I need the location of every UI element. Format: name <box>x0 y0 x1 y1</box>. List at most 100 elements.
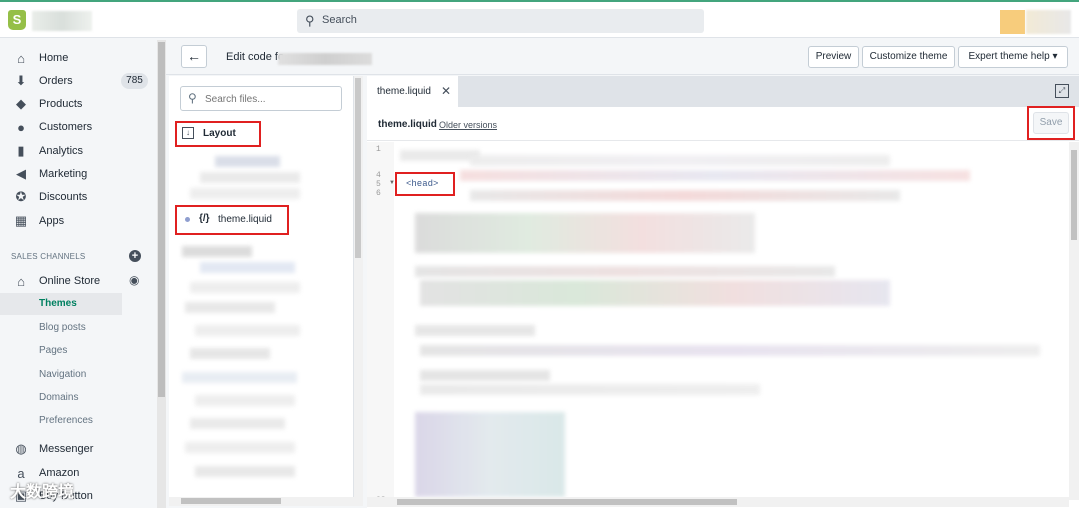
blurred-file[interactable] <box>195 325 300 336</box>
head-tag-code[interactable]: <head> <box>406 179 438 189</box>
sidebar-item-products[interactable]: ◆ Products <box>13 94 82 114</box>
sidebar-item-label: Products <box>39 98 83 110</box>
blurred-code-line[interactable] <box>420 345 1040 356</box>
blurred-file[interactable] <box>200 262 295 273</box>
blurred-file[interactable] <box>215 156 280 167</box>
sidebar-item-discounts[interactable]: ✪ Discounts <box>13 187 88 207</box>
search-placeholder: Search <box>322 14 357 26</box>
blurred-file[interactable] <box>190 348 270 359</box>
file-theme-liquid[interactable]: {/} theme.liquid <box>175 205 289 235</box>
customize-theme-button[interactable]: Customize theme <box>862 46 955 68</box>
avatar[interactable] <box>1000 10 1025 34</box>
folder-label: Layout <box>203 128 236 139</box>
blurred-code-block[interactable] <box>415 213 755 253</box>
tab-theme-liquid[interactable]: theme.liquid ✕ <box>367 76 459 107</box>
megaphone-icon: ◀ <box>16 166 26 181</box>
sidebar-item-marketing[interactable]: ◀ Marketing <box>13 164 87 184</box>
account-name-blurred[interactable] <box>1026 10 1071 34</box>
folder-layout[interactable]: ↓ Layout <box>175 121 261 147</box>
sidebar-subitem-themes[interactable]: Themes <box>0 293 122 315</box>
liquid-file-icon: {/} <box>199 213 210 224</box>
blurred-code-block[interactable] <box>420 280 890 306</box>
editor-horizontal-scrollbar[interactable] <box>367 497 1069 507</box>
sidebar-subitem-navigation[interactable]: Navigation <box>39 369 86 380</box>
discount-icon: ✪ <box>15 189 27 204</box>
search-files-input[interactable] <box>205 91 335 107</box>
search-files-field[interactable]: ⚲ <box>180 86 342 111</box>
sidebar-item-label: Apps <box>39 215 65 227</box>
sidebar-item-label: Discounts <box>39 191 88 203</box>
blurred-file[interactable] <box>190 418 285 429</box>
blurred-code-line[interactable] <box>400 150 480 161</box>
blurred-file[interactable] <box>185 442 295 453</box>
file-tree-vertical-scrollbar[interactable] <box>354 76 363 506</box>
scrollbar-thumb[interactable] <box>397 499 737 505</box>
scrollbar-thumb[interactable] <box>158 42 165 397</box>
sidebar-subitem-blog-posts[interactable]: Blog posts <box>39 322 86 333</box>
blurred-code-block[interactable] <box>415 412 565 497</box>
file-tree-horizontal-scrollbar[interactable] <box>169 497 354 506</box>
blurred-code-line[interactable] <box>420 370 550 381</box>
sidebar-item-label: Marketing <box>39 168 88 180</box>
blurred-code-line[interactable] <box>470 155 890 166</box>
page-title: Edit code fo <box>226 51 285 63</box>
sidebar-subitem-pages[interactable]: Pages <box>39 345 67 356</box>
bar-chart-icon: ▮ <box>17 143 25 158</box>
sidebar-subitem-domains[interactable]: Domains <box>39 392 78 403</box>
scrollbar-thumb[interactable] <box>355 78 361 258</box>
home-icon: ⌂ <box>17 50 25 66</box>
blurred-code-line[interactable] <box>470 190 900 201</box>
blurred-file[interactable] <box>195 395 295 406</box>
search-bar[interactable]: ⚲ Search <box>297 9 704 33</box>
blurred-code-line[interactable] <box>415 266 835 277</box>
watermark-text: 大数跨境 <box>10 484 75 501</box>
sidebar-item-label: Analytics <box>39 145 84 157</box>
sidebar-subitem-label: Themes <box>39 298 77 309</box>
blurred-file[interactable] <box>182 372 297 383</box>
sidebar-item-home[interactable]: ⌂ Home <box>13 48 68 68</box>
messenger-icon: ◍ <box>15 441 27 456</box>
shopify-logo-icon[interactable]: S <box>8 10 26 30</box>
blurred-code-line[interactable] <box>460 170 970 181</box>
apps-icon: ▦ <box>14 213 28 228</box>
sidebar-item-apps[interactable]: ▦ Apps <box>13 211 64 231</box>
scrollbar-thumb[interactable] <box>1071 150 1077 240</box>
file-name-label: theme.liquid <box>218 214 272 225</box>
blurred-file[interactable] <box>200 172 300 183</box>
sidebar-item-analytics[interactable]: ▮ Analytics <box>13 141 83 161</box>
line-number: 6 <box>376 189 381 198</box>
older-versions-link[interactable]: Older versions <box>439 120 497 130</box>
blurred-code-line[interactable] <box>415 325 535 336</box>
back-arrow-button[interactable]: ← <box>181 45 207 68</box>
line-number: 5 <box>376 180 381 189</box>
scrollbar-thumb[interactable] <box>181 498 281 504</box>
expand-icon[interactable]: ⤢ <box>1055 84 1069 98</box>
preview-button[interactable]: Preview <box>808 46 859 68</box>
add-channel-plus-icon[interactable]: + <box>129 250 141 262</box>
line-number: 4 <box>376 171 381 180</box>
sidebar-item-messenger[interactable]: ◍ Messenger <box>13 439 93 459</box>
sidebar-item-label: Home <box>39 52 69 64</box>
blurred-file[interactable] <box>195 466 295 477</box>
blurred-file[interactable] <box>185 302 275 313</box>
sidebar-scrollbar[interactable] <box>157 40 166 508</box>
sidebar-item-customers[interactable]: ● Customers <box>13 117 92 137</box>
blurred-file[interactable] <box>190 282 300 293</box>
top-bar: S ⚲ Search <box>0 0 1079 38</box>
store-icon: ⌂ <box>17 273 25 289</box>
sidebar-item-orders[interactable]: ⬇ Orders <box>13 71 73 91</box>
store-name-blurred <box>32 11 92 31</box>
editor-vertical-scrollbar[interactable] <box>1069 142 1079 500</box>
sidebar-subitem-preferences[interactable]: Preferences <box>39 415 93 426</box>
save-button[interactable]: Save <box>1033 112 1069 134</box>
caret-down-icon: ▾ <box>1052 51 1058 62</box>
sidebar-item-online-store[interactable]: ⌂ Online Store <box>13 271 100 291</box>
blurred-code-line[interactable] <box>420 384 760 395</box>
sidebar-item-label: Orders <box>39 75 73 87</box>
blurred-folder[interactable] <box>182 246 252 257</box>
eye-icon[interactable]: ◉ <box>129 273 139 287</box>
expert-theme-help-dropdown[interactable]: Expert theme help ▾ <box>958 46 1068 68</box>
blurred-file[interactable] <box>190 188 300 199</box>
close-icon[interactable]: ✕ <box>441 84 451 98</box>
active-dot-icon <box>185 217 190 222</box>
